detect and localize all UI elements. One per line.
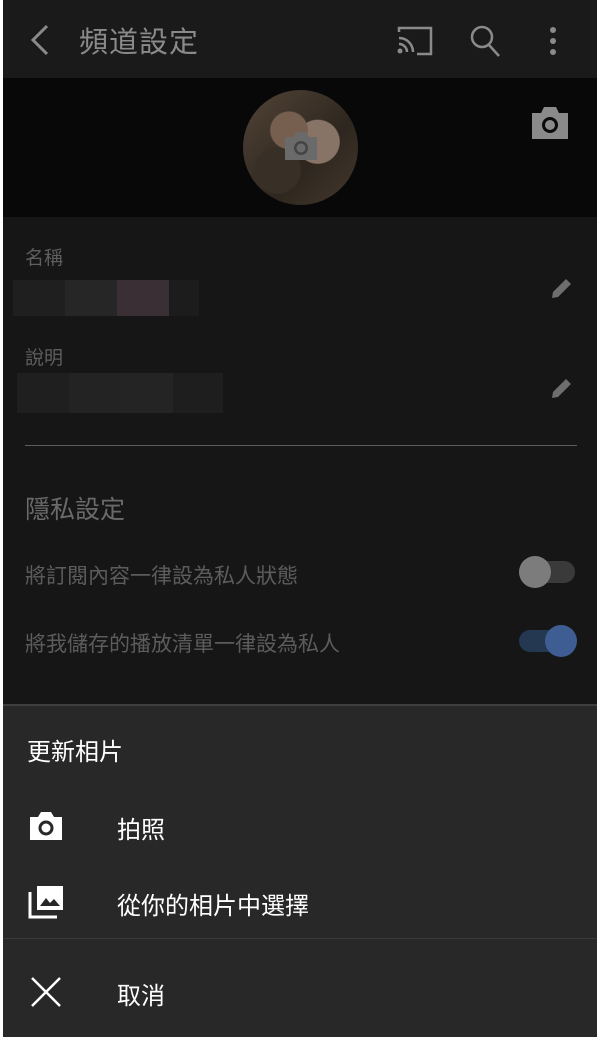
playlists-private-toggle[interactable] [519,625,577,657]
edit-name-pencil-icon[interactable] [549,275,575,301]
page-title: 頻道設定 [79,25,200,59]
subscriptions-private-label: 將訂閱內容一律設為私人狀態 [25,564,298,588]
camera-icon [285,132,317,160]
back-arrow-icon[interactable] [23,22,55,58]
camera-icon [30,812,62,840]
playlists-private-label: 將我儲存的播放清單一律設為私人 [25,632,340,656]
sheet-divider [3,938,597,939]
take-photo-option[interactable]: 拍照 [3,790,597,862]
description-value-blurred[interactable] [17,373,223,413]
name-value-blurred[interactable] [13,280,199,316]
close-icon [31,977,61,1007]
toggle-knob [519,556,551,588]
choose-photo-option[interactable]: 從你的相片中選擇 [3,866,597,938]
edit-description-pencil-icon[interactable] [549,375,575,401]
name-label: 名稱 [25,247,64,269]
section-divider [25,445,577,446]
cancel-label: 取消 [117,982,165,1010]
more-vert-icon[interactable] [543,24,563,58]
search-icon[interactable] [469,24,501,58]
choose-photo-label: 從你的相片中選擇 [117,892,309,920]
description-label: 說明 [25,347,64,369]
take-photo-label: 拍照 [117,816,165,844]
toggle-knob [545,625,577,657]
sheet-heading: 更新相片 [27,738,123,766]
cancel-option[interactable]: 取消 [3,956,597,1028]
top-app-bar: 頻道設定 [3,0,597,78]
channel-banner[interactable] [3,78,597,217]
update-photo-bottom-sheet: 更新相片 拍照 從你的相片中選擇 取消 [3,704,597,1037]
photo-library-icon [28,886,63,919]
banner-camera-icon[interactable] [529,104,571,142]
cast-icon[interactable] [395,26,433,56]
app-screen: 頻道設定 名稱 說明 隱私設定 將訂閱內容一律設為私人狀態 將我儲存的播放清單一… [3,0,597,1037]
channel-avatar[interactable] [243,90,358,205]
privacy-section-title: 隱私設定 [25,495,126,524]
subscriptions-private-toggle[interactable] [519,556,577,588]
